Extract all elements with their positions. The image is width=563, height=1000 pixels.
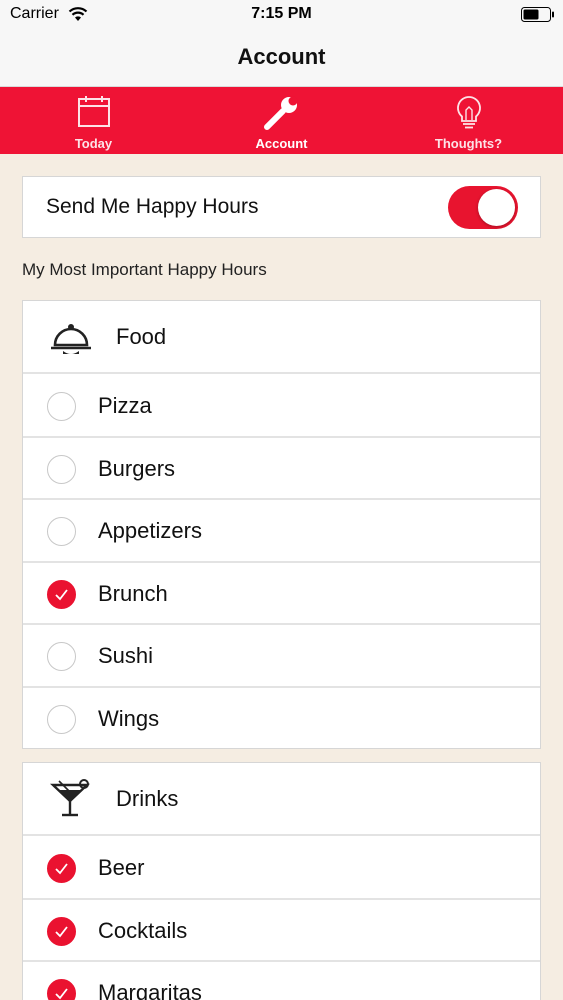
radio-button-checked[interactable]	[47, 579, 76, 609]
list-item[interactable]: Appetizers	[23, 500, 540, 563]
status-time: 7:15 PM	[251, 5, 312, 22]
drinks-category-card: Drinks Beer Cocktails Margaritas	[22, 762, 541, 1000]
category-name: Drinks	[116, 786, 179, 811]
item-label: Sushi	[98, 643, 154, 668]
item-label: Beer	[98, 855, 145, 880]
list-item[interactable]: Wings	[23, 688, 540, 751]
radio-button[interactable]	[47, 642, 76, 671]
radio-button[interactable]	[47, 704, 76, 734]
list-item[interactable]: Brunch	[23, 563, 540, 625]
item-label: Pizza	[98, 393, 152, 418]
tab-bar: Today Account Thoughts?	[0, 87, 563, 154]
list-item[interactable]: Cocktails	[23, 900, 540, 962]
toggle-label: Send Me Happy Hours	[46, 195, 259, 218]
happy-hours-toggle-row: Send Me Happy Hours	[22, 176, 541, 238]
radio-button-checked[interactable]	[47, 979, 76, 1000]
radio-button[interactable]	[47, 392, 76, 421]
radio-button-checked[interactable]	[47, 854, 76, 883]
item-label: Cocktails	[98, 917, 188, 943]
send-happy-hours-toggle[interactable]	[448, 186, 518, 229]
tab-label: Account	[255, 136, 308, 151]
battery-icon	[521, 7, 554, 22]
tab-today[interactable]: Today	[0, 87, 187, 154]
tab-label: Thoughts?	[434, 136, 503, 151]
item-label: Burgers	[98, 455, 176, 481]
item-label: Margaritas	[98, 980, 202, 1000]
radio-button[interactable]	[47, 454, 76, 484]
checkmark-icon	[55, 588, 68, 600]
wrench-icon	[263, 96, 297, 130]
item-label: Wings	[98, 705, 160, 731]
status-bar: Carrier 7:15 PM	[0, 0, 563, 30]
navigation-bar: Account	[0, 30, 563, 87]
category-header: Food	[23, 301, 540, 374]
list-item[interactable]: Burgers	[23, 438, 540, 500]
cocktail-glass-icon	[49, 779, 91, 817]
radio-button[interactable]	[47, 517, 76, 546]
list-item[interactable]: Pizza	[23, 375, 540, 438]
calendar-icon	[77, 96, 110, 127]
section-heading: My Most Important Happy Hours	[22, 260, 267, 279]
page-title: Account	[237, 44, 326, 69]
category-header: Drinks	[23, 763, 540, 836]
item-label: Brunch	[98, 580, 168, 606]
checkmark-icon	[55, 988, 68, 1000]
toggle-knob	[478, 189, 515, 226]
food-category-card: Food Pizza Burgers Appetizers Brunch Sus…	[22, 300, 541, 749]
list-item[interactable]: Sushi	[23, 625, 540, 688]
list-item[interactable]: Margaritas	[23, 962, 540, 1000]
tab-account[interactable]: Account	[188, 87, 375, 154]
cloche-icon	[51, 324, 91, 354]
category-name: Food	[116, 324, 167, 349]
tab-label: Today	[74, 136, 113, 151]
lightbulb-icon	[456, 96, 481, 129]
radio-button-checked[interactable]	[47, 916, 76, 946]
tab-thoughts[interactable]: Thoughts?	[375, 87, 562, 154]
item-label: Appetizers	[98, 518, 202, 543]
checkmark-icon	[55, 925, 68, 937]
checkmark-icon	[55, 863, 68, 875]
list-item[interactable]: Beer	[23, 837, 540, 900]
